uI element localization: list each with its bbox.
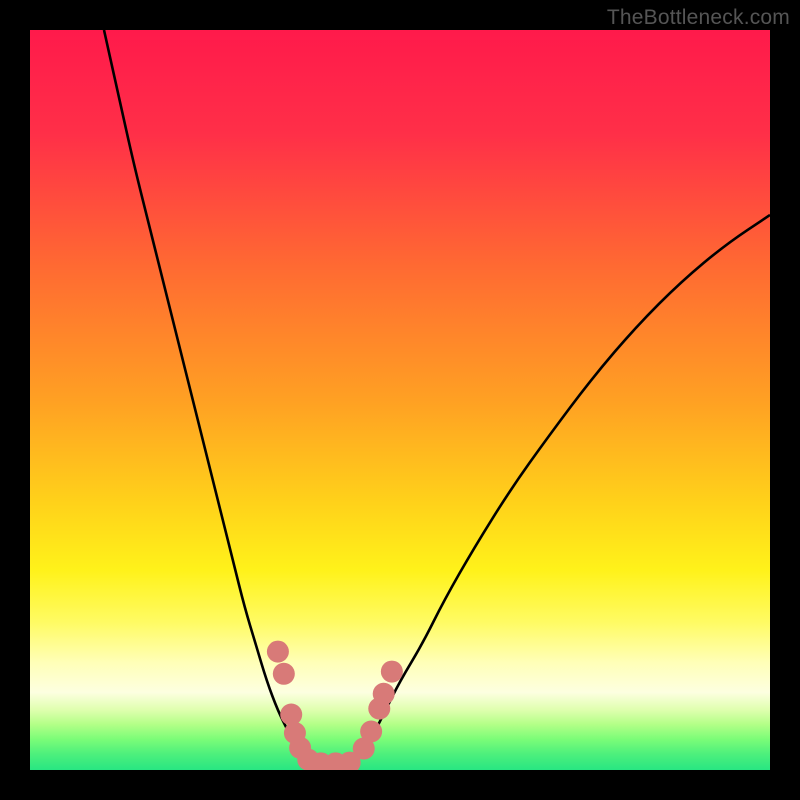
left-marker-2 bbox=[273, 663, 295, 685]
plot-area bbox=[30, 30, 770, 770]
right-marker-5 bbox=[381, 661, 403, 683]
right-marker-2 bbox=[360, 721, 382, 743]
marker-group bbox=[267, 641, 403, 770]
curve-layer bbox=[30, 30, 770, 770]
right-marker-4 bbox=[373, 683, 395, 705]
left-marker-1 bbox=[267, 641, 289, 663]
watermark-text: TheBottleneck.com bbox=[607, 6, 790, 30]
left-marker-3 bbox=[280, 704, 302, 726]
chart-frame: TheBottleneck.com bbox=[0, 0, 800, 800]
right-curve-path bbox=[356, 215, 770, 763]
